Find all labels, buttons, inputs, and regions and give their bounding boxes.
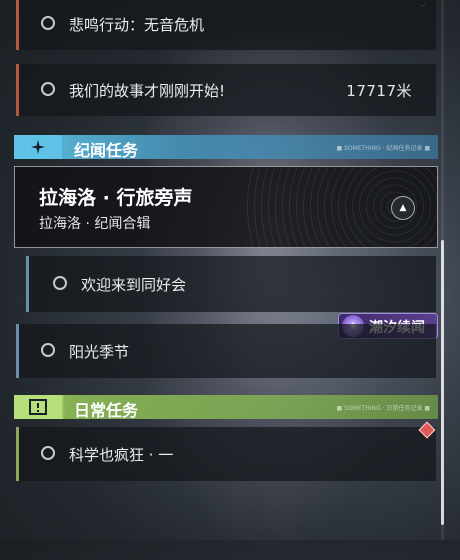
section-header-story: 纪闻任务 ■ SOMETHING · 纪闻任务记录 ■ bbox=[14, 135, 438, 160]
section-tag: ■ SOMETHING · 纪闻任务记录 ■ bbox=[336, 145, 430, 152]
quest-item-daily[interactable]: 科学也疯狂 · 一 bbox=[16, 427, 436, 481]
section-title: 纪闻任务 bbox=[74, 141, 139, 160]
quest-status-circle-icon bbox=[41, 16, 55, 30]
quest-status-circle-icon bbox=[41, 343, 55, 357]
quest-status-circle-icon bbox=[53, 276, 67, 290]
section-title: 日常任务 bbox=[74, 401, 139, 420]
alert-icon bbox=[14, 395, 62, 419]
quest-status-circle-icon bbox=[41, 82, 55, 96]
quest-label: 科学也疯狂 · 一 bbox=[69, 446, 174, 464]
scrollbar-thumb[interactable] bbox=[441, 240, 444, 525]
quest-item-1[interactable]: 悲鸣行动：无音危机 bbox=[16, 0, 436, 50]
section-header-daily: 日常任务 ■ SOMETHING · 日常任务记录 ■ bbox=[14, 395, 438, 420]
quest-label: 悲鸣行动：无音危机 bbox=[69, 16, 205, 34]
section-tag: ■ SOMETHING · 日常任务记录 ■ bbox=[336, 405, 430, 412]
featured-quest-subtitle: 拉海洛 · 纪闻合辑 bbox=[39, 216, 151, 232]
sub-quest-item[interactable]: 欢迎来到同好会 bbox=[26, 256, 436, 312]
sparkle-icon bbox=[14, 135, 62, 159]
quest-label: 欢迎来到同好会 bbox=[81, 276, 187, 294]
navigate-icon[interactable]: ▲ bbox=[391, 196, 415, 220]
quest-label: 我们的故事才刚刚开始! bbox=[69, 82, 226, 100]
featured-quest-card[interactable]: 拉海洛 · 行旅旁声 拉海洛 · 纪闻合辑 ▲ bbox=[14, 166, 438, 248]
quest-item-2[interactable]: 我们的故事才刚刚开始! 17717米 bbox=[16, 64, 436, 116]
quest-item-3[interactable]: 阳光季节 bbox=[16, 324, 436, 378]
quest-label: 阳光季节 bbox=[69, 343, 130, 361]
quest-distance: 17717米 bbox=[346, 82, 412, 100]
quest-status-circle-icon bbox=[41, 446, 55, 460]
featured-quest-title: 拉海洛 · 行旅旁声 bbox=[39, 187, 193, 209]
